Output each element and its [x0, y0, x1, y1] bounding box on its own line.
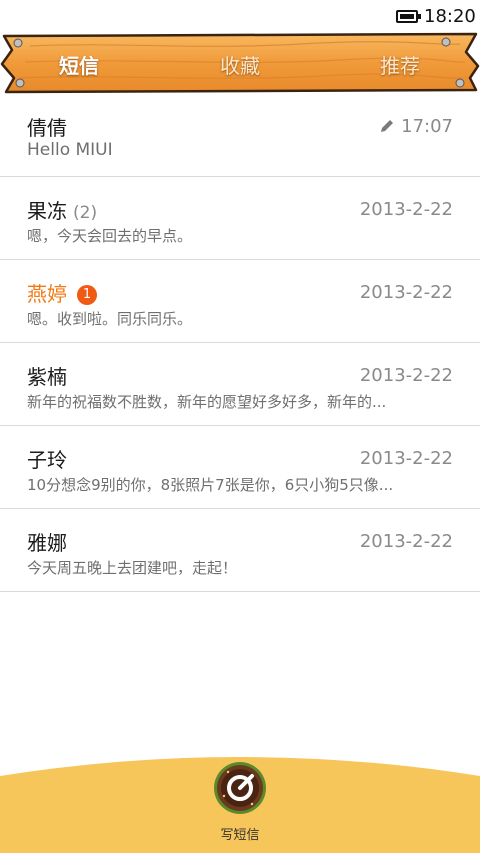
bottom-bar: 写短信	[0, 740, 480, 853]
compose-label[interactable]: 写短信	[0, 824, 480, 843]
message-time: 2013-2-22	[359, 282, 453, 303]
message-preview: 10分想念9别的你，8张照片7张是你，6只小狗5只像...	[27, 476, 394, 494]
message-preview: 嗯。收到啦。同乐同乐。	[27, 310, 193, 328]
message-time: 17:07	[379, 116, 453, 137]
battery-icon	[396, 10, 421, 23]
tab-recommend[interactable]: 推荐	[380, 50, 420, 79]
message-item[interactable]: 燕婷 1 2013-2-22 嗯。收到啦。同乐同乐。	[0, 260, 480, 343]
message-time-text: 17:07	[401, 116, 453, 137]
compose-button[interactable]	[212, 760, 268, 816]
message-item[interactable]: 倩倩 17:07 Hello MIUI	[0, 94, 480, 177]
unread-badge: 1	[77, 285, 97, 305]
contact-name: 雅娜	[27, 531, 67, 555]
message-time: 2013-2-22	[359, 199, 453, 220]
status-time: 18:20	[424, 6, 476, 27]
tab-sms[interactable]: 短信	[59, 50, 99, 79]
message-time: 2013-2-22	[359, 365, 453, 386]
contact-name-text: 燕婷	[27, 282, 67, 306]
status-bar: 18:20	[0, 0, 480, 34]
contact-name: 倩倩	[27, 116, 67, 140]
message-list: 倩倩 17:07 Hello MIUI 果冻 (2) 2013-2-22 嗯，今天…	[0, 94, 480, 592]
message-item[interactable]: 雅娜 2013-2-22 今天周五晚上去团建吧，走起！	[0, 509, 480, 592]
message-time: 2013-2-22	[359, 531, 453, 552]
message-preview: 嗯，今天会回去的早点。	[27, 227, 193, 245]
message-time: 2013-2-22	[359, 448, 453, 469]
message-preview: 新年的祝福数不胜数，新年的愿望好多好多，新年的...	[27, 393, 387, 411]
message-preview: Hello MIUI	[27, 140, 113, 160]
pencil-icon	[381, 120, 394, 132]
message-item[interactable]: 子玲 2013-2-22 10分想念9别的你，8张照片7张是你，6只小狗5只像.…	[0, 426, 480, 509]
contact-name: 果冻 (2)	[27, 195, 97, 224]
contact-name: 燕婷 1	[27, 278, 97, 307]
message-item[interactable]: 果冻 (2) 2013-2-22 嗯，今天会回去的早点。	[0, 177, 480, 260]
compose-burger-icon	[214, 762, 266, 814]
message-preview: 今天周五晚上去团建吧，走起！	[27, 559, 238, 577]
contact-name: 紫楠	[27, 365, 67, 389]
contact-name-text: 果冻	[27, 199, 67, 223]
contact-name: 子玲	[27, 448, 67, 472]
tab-bar: 短信 收藏 推荐	[0, 32, 480, 94]
tab-favorites[interactable]: 收藏	[220, 50, 260, 79]
message-count: (2)	[73, 203, 98, 223]
message-item[interactable]: 紫楠 2013-2-22 新年的祝福数不胜数，新年的愿望好多好多，新年的...	[0, 343, 480, 426]
